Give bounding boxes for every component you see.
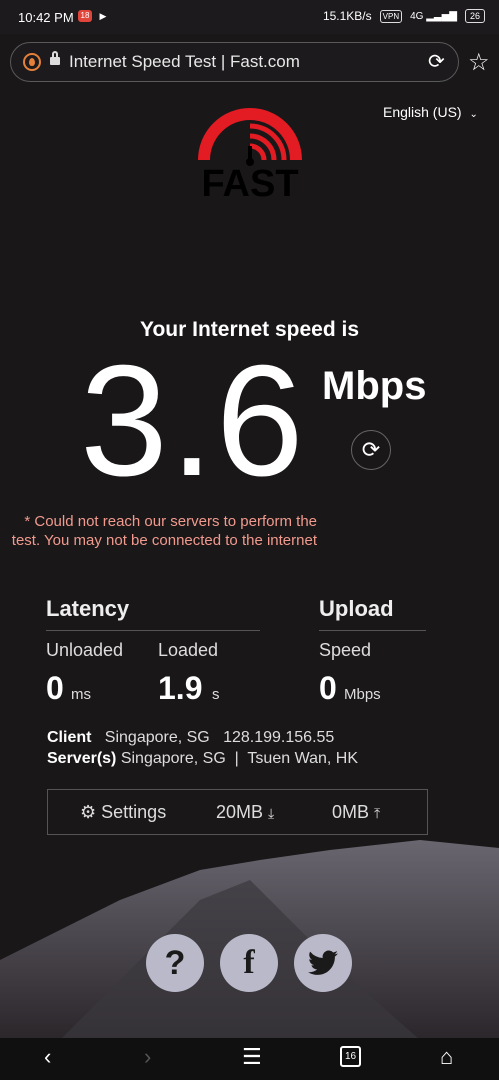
facebook-button[interactable]: f bbox=[220, 934, 278, 992]
reload-icon[interactable]: ⟳ bbox=[428, 52, 448, 72]
refresh-icon: ⟳ bbox=[361, 437, 381, 462]
upload-divider bbox=[319, 630, 426, 631]
question-icon: ? bbox=[164, 944, 186, 982]
network-speed: 15.1KB/s bbox=[322, 9, 372, 23]
unloaded-value: 0 bbox=[46, 670, 64, 706]
loaded-value: 1.9 bbox=[158, 670, 203, 706]
upload-size-value: 0MB bbox=[332, 802, 370, 822]
address-bar[interactable]: Internet Speed Test | Fast.com ⟳ bbox=[10, 42, 459, 82]
upload-size: 0MB ⤒ bbox=[332, 802, 380, 823]
servers-value: Singapore, SG | Tsuen Wan, HK bbox=[120, 750, 358, 767]
download-icon: ⤓ bbox=[268, 805, 275, 821]
facebook-icon: f bbox=[243, 944, 255, 981]
settings-button[interactable]: ⚙ Settings bbox=[80, 802, 166, 823]
client-location: Singapore, SG bbox=[104, 729, 210, 746]
latency-title: Latency bbox=[46, 596, 130, 621]
retest-button[interactable]: ⟳ bbox=[351, 430, 391, 470]
upload-speed-unit: Mbps bbox=[344, 686, 381, 703]
unloaded-label: Unloaded bbox=[46, 640, 124, 660]
logo-text: FAST bbox=[201, 163, 298, 198]
latency-divider bbox=[46, 630, 260, 631]
vpn-badge: VPN bbox=[379, 9, 403, 23]
fast-logo: FAST bbox=[198, 108, 302, 198]
gear-icon: ⚙ bbox=[80, 802, 97, 822]
battery-icon: 26 bbox=[464, 9, 485, 23]
menu-icon[interactable]: ☰ bbox=[242, 1044, 262, 1070]
upload-speed-label: Speed bbox=[319, 640, 372, 660]
unloaded-unit: ms bbox=[71, 686, 91, 703]
language-selector[interactable]: English (US) ⌄ bbox=[383, 104, 478, 120]
speed-value: 3.6 bbox=[80, 333, 306, 509]
help-button[interactable]: ? bbox=[146, 934, 204, 992]
bookmark-star-icon[interactable]: ☆ bbox=[468, 48, 490, 77]
error-message: * Could not reach our servers to perform… bbox=[11, 513, 317, 549]
upload-icon: ⤒ bbox=[374, 805, 381, 821]
status-bar: 10:42 PM 18 ▶ 15.1KB/s VPN 4G ▂▃▅▇ 26 bbox=[0, 0, 499, 34]
language-label: English (US) bbox=[383, 104, 462, 120]
settings-label: Settings bbox=[101, 802, 167, 822]
signal-icon: 4G ▂▃▅▇ bbox=[410, 10, 457, 22]
download-size: 20MB ⤓ bbox=[216, 802, 274, 823]
youtube-icon: ▶ bbox=[99, 11, 107, 21]
forward-icon[interactable]: › bbox=[144, 1044, 151, 1070]
browser-shield-icon[interactable] bbox=[23, 53, 41, 71]
settings-bar[interactable]: ⚙ Settings 20MB ⤓ 0MB ⤒ bbox=[47, 789, 428, 835]
lock-icon[interactable] bbox=[50, 51, 60, 65]
servers-label: Server(s) bbox=[47, 750, 117, 767]
server-info: Server(s) Singapore, SG | Tsuen Wan, HK bbox=[47, 750, 358, 768]
download-size-value: 20MB bbox=[216, 802, 264, 822]
status-time: 10:42 PM bbox=[18, 10, 74, 25]
tabs-button[interactable]: 16 bbox=[340, 1046, 361, 1067]
upload-title: Upload bbox=[319, 596, 394, 621]
back-icon[interactable]: ‹ bbox=[44, 1044, 51, 1070]
speed-unit: Mbps bbox=[322, 364, 427, 408]
client-label: Client bbox=[47, 729, 92, 746]
url-text[interactable]: Internet Speed Test | Fast.com bbox=[69, 52, 300, 72]
status-right: 15.1KB/s VPN 4G ▂▃▅▇ 26 bbox=[323, 9, 485, 23]
client-ip: 128.199.156.55 bbox=[223, 729, 335, 746]
client-info: Client Singapore, SG 128.199.156.55 bbox=[47, 729, 334, 747]
notification-icon: 18 bbox=[78, 10, 92, 22]
loaded-unit: s bbox=[212, 686, 220, 703]
chevron-down-icon: ⌄ bbox=[469, 109, 478, 120]
loaded-label: Loaded bbox=[158, 640, 219, 660]
upload-speed-value: 0 bbox=[319, 670, 337, 706]
twitter-button[interactable] bbox=[294, 934, 352, 992]
home-icon[interactable]: ⌂ bbox=[440, 1044, 453, 1070]
browser-nav-bar: ‹ › ☰ ⌂ bbox=[0, 1038, 499, 1080]
twitter-icon bbox=[308, 950, 338, 975]
